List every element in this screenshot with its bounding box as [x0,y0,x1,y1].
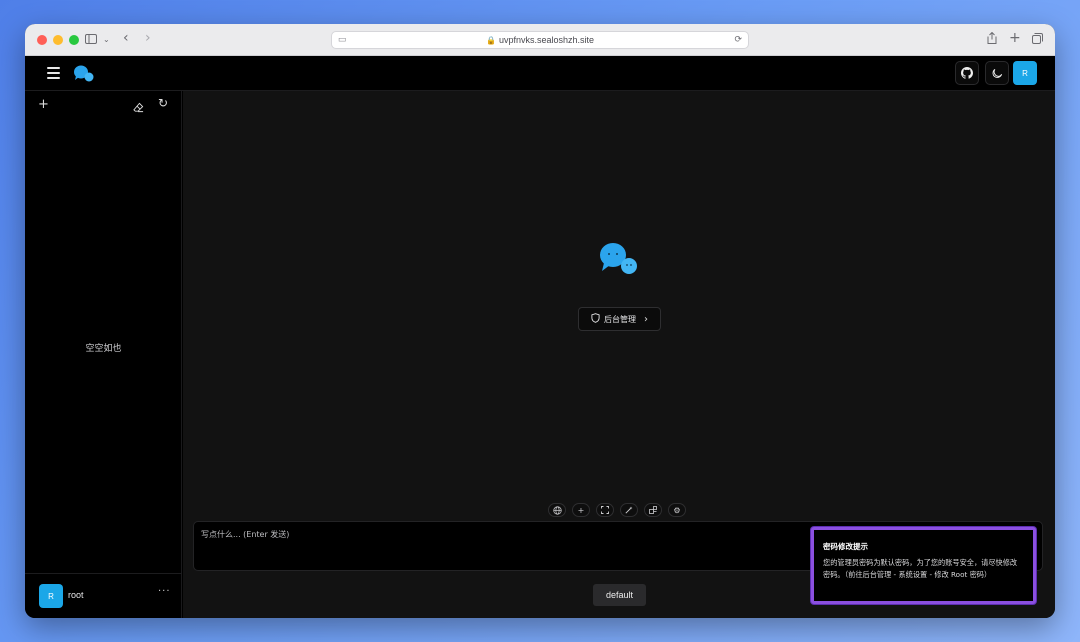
app-header: R [25,56,1055,91]
sidebar-toggle-icon[interactable] [85,32,97,48]
app-logo [73,64,95,88]
github-icon[interactable] [955,61,979,85]
tab-overview-icon[interactable] [1032,32,1043,48]
toast-message: 您的管理员密码为默认密码，为了您的账号安全，请尽快修改密码。（前往后台管理 - … [823,557,1024,581]
moon-icon[interactable] [985,61,1009,85]
sidebar-user-section: R root ··· [25,573,182,618]
empty-state-text: 空空如也 [25,341,182,354]
globe-icon[interactable] [548,503,566,517]
close-window-button[interactable] [37,35,47,45]
sidebar: + ↻ 空空如也 R root ··· [25,91,182,618]
new-chat-icon[interactable]: + [38,97,49,112]
share-icon[interactable] [987,32,997,48]
model-selector[interactable]: default [593,584,646,606]
plus-icon[interactable]: + [572,503,590,517]
magic-wand-icon[interactable] [620,503,638,517]
admin-button-label: 后台管理 [604,314,636,325]
new-tab-icon[interactable]: + [1009,30,1021,46]
fullscreen-icon[interactable] [596,503,614,517]
app-logo-large [598,241,642,281]
minimize-window-button[interactable] [53,35,63,45]
forward-icon[interactable]: › [145,30,151,46]
address-bar[interactable]: ▭ 🔒 uvpfnvks.sealoshzh.site ⟳ [331,31,749,49]
input-toolbar: + ⚙ [548,503,686,517]
menu-icon[interactable] [47,67,60,82]
admin-button[interactable]: 后台管理 › [578,307,661,331]
lock-icon: 🔒 [486,36,496,45]
browser-toolbar: ⌄ ‹ › ▭ 🔒 uvpfnvks.sealoshzh.site ⟳ + [25,24,1055,56]
apps-icon[interactable] [644,503,662,517]
translate-reload-icon[interactable]: ⟳ [734,34,742,45]
shield-icon [591,313,600,325]
page-menu-icon[interactable]: ▭ [338,34,347,45]
settings-icon[interactable]: ⚙ [668,503,686,517]
chevron-down-icon[interactable]: ⌄ [103,32,110,48]
url-text: uvpfnvks.sealoshzh.site [499,35,594,45]
more-options-icon[interactable]: ··· [158,586,171,597]
password-warning-toast: 密码修改提示 您的管理员密码为默认密码，为了您的账号安全，请尽快修改密码。（前往… [811,527,1036,604]
toast-title: 密码修改提示 [823,541,1024,552]
eraser-icon[interactable] [133,98,144,117]
username: root [68,590,84,600]
maximize-window-button[interactable] [69,35,79,45]
avatar[interactable]: R [39,584,63,608]
refresh-icon[interactable]: ↻ [158,96,168,110]
back-icon[interactable]: ‹ [123,30,129,46]
window-controls [37,35,79,45]
browser-window: ⌄ ‹ › ▭ 🔒 uvpfnvks.sealoshzh.site ⟳ + [25,24,1055,618]
user-avatar[interactable]: R [1013,61,1037,85]
chevron-right-icon: › [644,314,648,325]
